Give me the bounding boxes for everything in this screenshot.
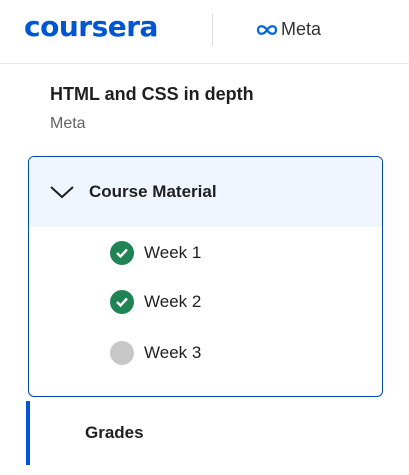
top-header: coursera Meta	[0, 0, 409, 64]
course-provider: Meta	[50, 115, 86, 132]
week-label: Week 1	[144, 243, 202, 262]
coursera-logo[interactable]: coursera	[24, 10, 158, 43]
not-started-circle-icon	[110, 341, 134, 365]
active-indicator	[26, 401, 30, 465]
chevron-down-icon	[50, 186, 74, 199]
week-2-item[interactable]: Week 2	[110, 290, 201, 314]
week-label: Week 2	[144, 292, 202, 311]
week-3-item[interactable]: Week 3	[110, 341, 201, 365]
completed-check-icon	[110, 241, 134, 265]
header-divider	[212, 14, 213, 46]
completed-check-icon	[110, 290, 134, 314]
course-title: HTML and CSS in depth	[50, 84, 254, 104]
grades-nav-item[interactable]: Grades	[26, 401, 409, 465]
course-material-label: Course Material	[89, 182, 217, 201]
course-material-section: Course Material Week 1 Week 2 Week 3	[28, 156, 383, 397]
grades-label: Grades	[85, 423, 144, 442]
partner-logo[interactable]: Meta	[256, 19, 321, 40]
meta-infinity-icon	[256, 24, 278, 35]
partner-name: Meta	[281, 19, 322, 39]
week-1-item[interactable]: Week 1	[110, 241, 201, 265]
course-material-toggle[interactable]: Course Material	[29, 157, 382, 227]
week-label: Week 3	[144, 343, 202, 362]
